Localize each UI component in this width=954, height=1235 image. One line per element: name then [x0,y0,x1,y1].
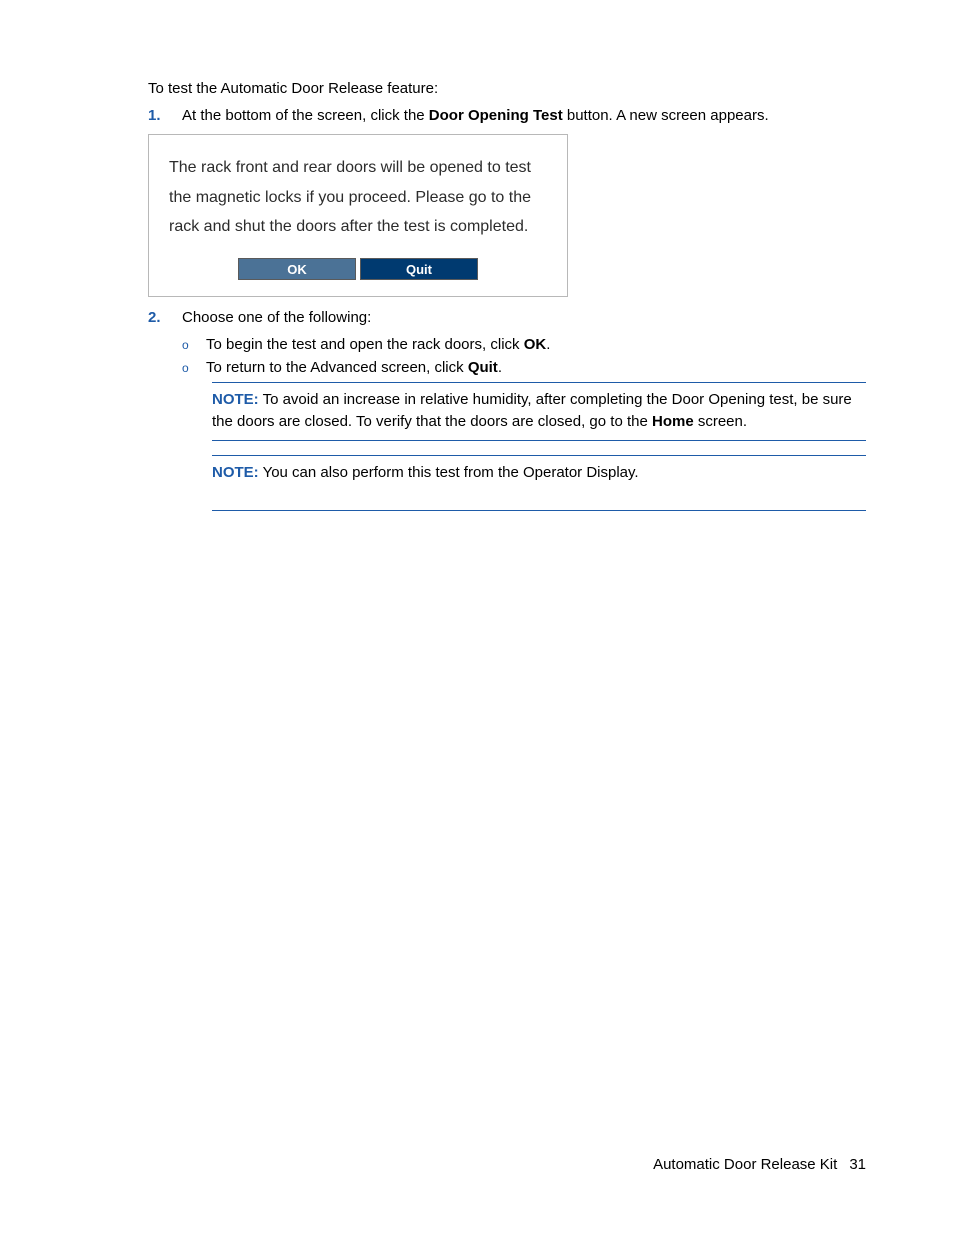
note-1: NOTE: To avoid an increase in relative h… [212,382,866,441]
intro-text: To test the Automatic Door Release featu… [148,80,866,97]
sub-a-post: . [546,336,550,353]
note-1-bold: Home [652,413,694,430]
bullet-icon: o [182,359,192,376]
note-2: NOTE: You can also perform this test fro… [212,455,866,512]
step-1-pre: At the bottom of the screen, click the [182,107,429,124]
sub-b-bold: Quit [468,359,498,376]
note-2-text: You can also perform this test from the … [259,464,639,481]
note-1-post: screen. [694,413,747,430]
footer-title: Automatic Door Release Kit [653,1156,837,1173]
note-2-label: NOTE: [212,464,259,481]
sub-a-bold: OK [524,336,547,353]
dialog-screenshot: The rack front and rear doors will be op… [148,134,568,297]
quit-button[interactable]: Quit [360,258,478,280]
sub-item-a: o To begin the test and open the rack do… [182,336,866,353]
sub-a-pre: To begin the test and open the rack door… [206,336,524,353]
step-1-post: button. A new screen appears. [563,107,769,124]
step-2-text: Choose one of the following: [182,309,371,326]
step-1-bold: Door Opening Test [429,107,563,124]
step-2: 2. Choose one of the following: [148,309,866,326]
footer-page-number: 31 [849,1156,866,1173]
step-1: 1. At the bottom of the screen, click th… [148,107,866,124]
sub-item-b: o To return to the Advanced screen, clic… [182,359,866,376]
sub-item-b-text: To return to the Advanced screen, click … [206,359,502,376]
note-1-pre: To avoid an increase in relative humidit… [212,391,852,431]
page-footer: Automatic Door Release Kit 31 [653,1156,866,1173]
sub-item-a-text: To begin the test and open the rack door… [206,336,550,353]
step-2-number: 2. [148,309,164,326]
sub-b-pre: To return to the Advanced screen, click [206,359,468,376]
dialog-button-row: OK Quit [169,258,547,280]
ok-button[interactable]: OK [238,258,356,280]
note-1-label: NOTE: [212,391,259,408]
bullet-icon: o [182,336,192,353]
step-1-text: At the bottom of the screen, click the D… [182,107,769,124]
dialog-message: The rack front and rear doors will be op… [169,153,547,242]
step-1-number: 1. [148,107,164,124]
step-2-sublist: o To begin the test and open the rack do… [182,336,866,376]
sub-b-post: . [498,359,502,376]
